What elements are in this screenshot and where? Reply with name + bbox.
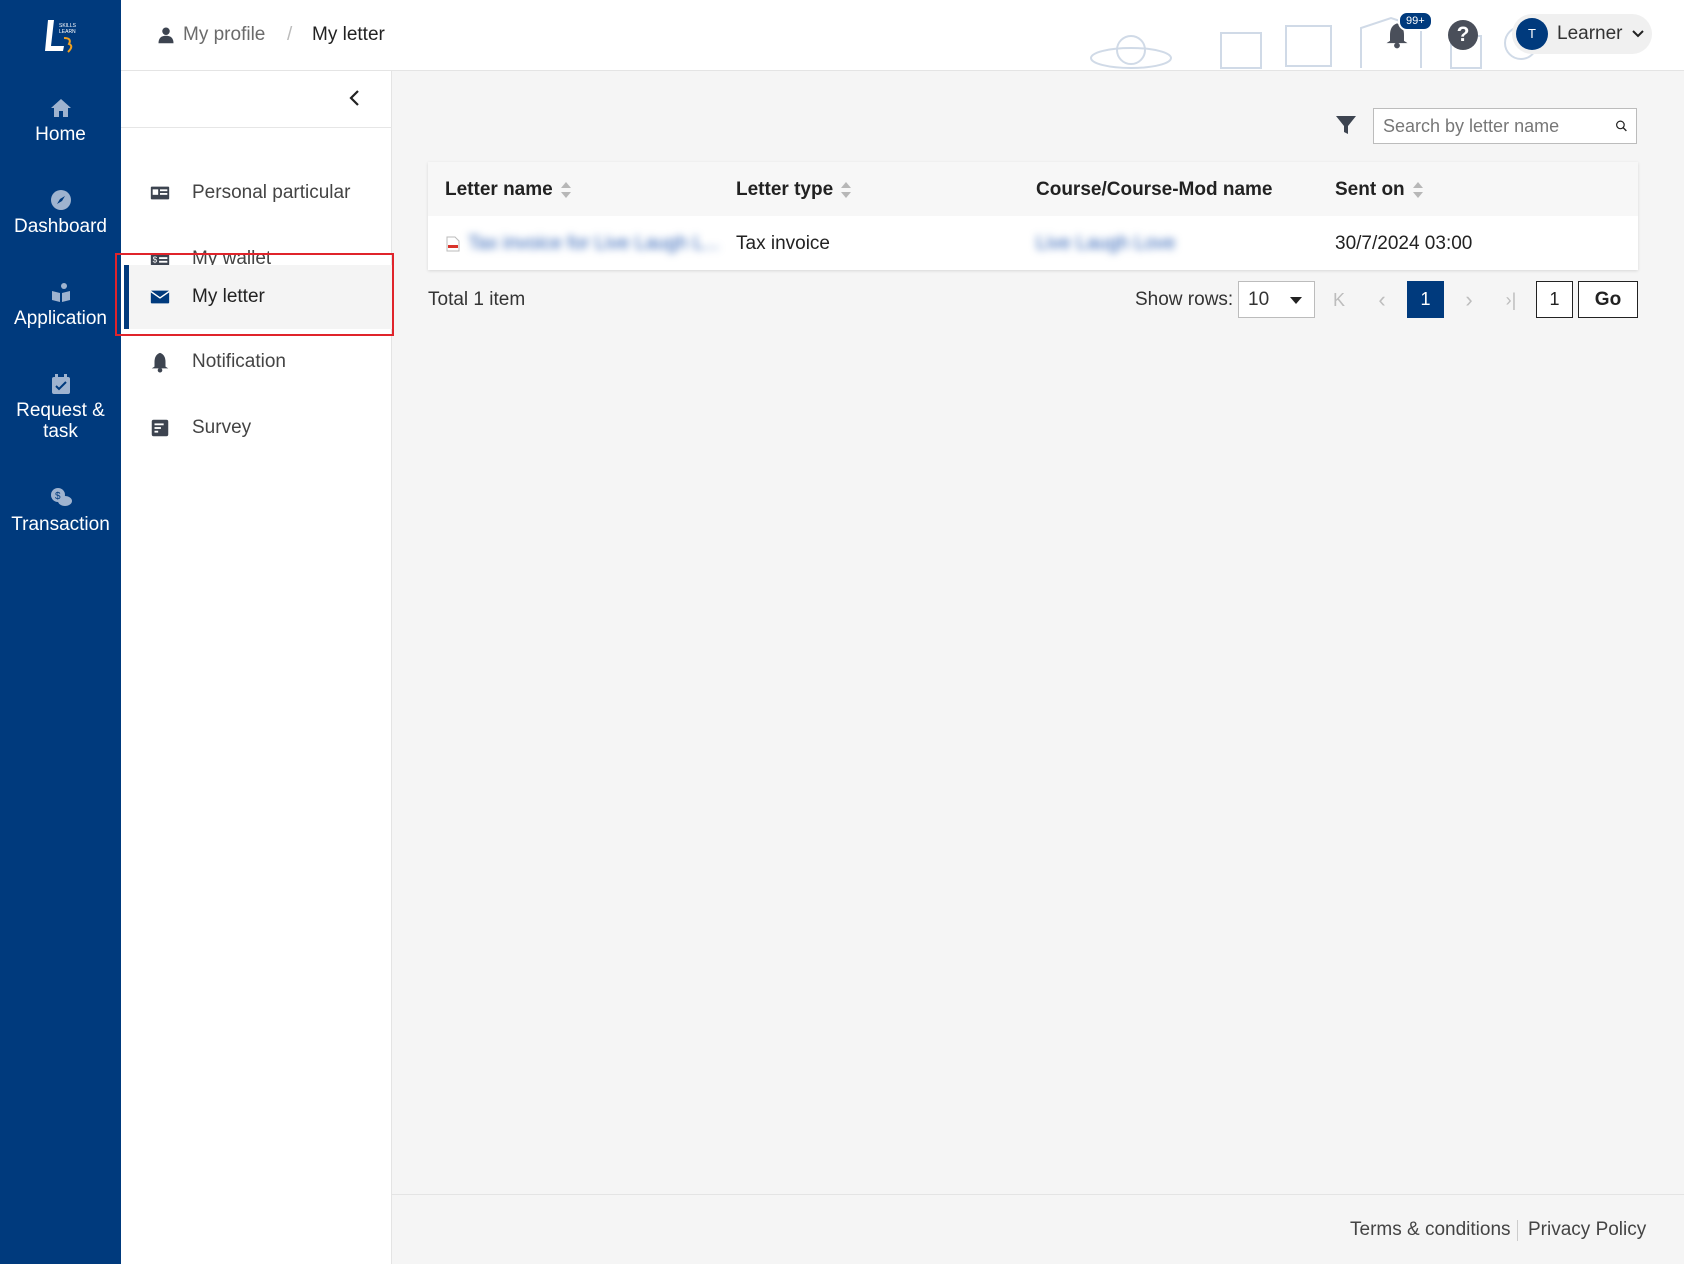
search-box [1373,108,1637,144]
column-course-name: Course/Course-Mod name [1036,179,1272,201]
transaction-icon: $ [49,486,73,510]
rows-per-page-select[interactable]: 10 [1238,281,1315,318]
goto-page-input[interactable]: 1 [1536,281,1573,318]
table-row: Tax invoice for Live Laugh L... Tax invo… [428,216,1638,270]
sidebar-item-survey[interactable]: Survey [124,396,392,460]
table-header: Letter name Letter type Course/Course-Mo… [428,162,1638,216]
nav-transaction[interactable]: $ Transaction [0,486,121,535]
application-icon [49,280,73,304]
sent-on-cell: 30/7/2024 03:00 [1335,233,1473,254]
prev-page-button[interactable]: ‹ [1368,283,1396,317]
sidebar-item-label: Personal particular [192,182,351,203]
sidebar-item-my-letter[interactable]: My letter [124,265,392,329]
privacy-link[interactable]: Privacy Policy [1528,1219,1646,1241]
sidebar-item-personal-particular[interactable]: Personal particular [124,161,392,225]
first-page-button[interactable]: K [1325,283,1353,317]
nav-application-label: Application [14,308,107,329]
sidebar-item-label: Notification [192,351,286,372]
letters-table: Letter name Letter type Course/Course-Mo… [428,162,1638,270]
page-1-button[interactable]: 1 [1407,281,1444,318]
course-name-link[interactable]: Live Laugh Love [1036,233,1175,255]
main-nav: SKILLS LEARN Home Dashboard Application … [0,0,121,1264]
next-page-button[interactable]: › [1455,283,1483,317]
last-page-button[interactable]: ›| [1497,283,1525,317]
column-label: Sent on [1335,179,1405,200]
column-letter-type[interactable]: Letter type [736,179,852,201]
top-header: My profile / My letter 99+ ? T Learner [121,0,1684,71]
sidebar-item-label: My letter [192,286,265,307]
chevron-down-icon [1631,30,1644,38]
divider [121,127,392,128]
column-label: Course/Course-Mod name [1036,179,1273,200]
nav-application[interactable]: Application [0,280,121,329]
footer-separator [1517,1220,1518,1241]
decorative-illustration [1090,16,1538,69]
sidebar-item-notification[interactable]: Notification [124,330,392,394]
total-items: Total 1 item [428,289,526,310]
svg-text:$: $ [153,256,158,265]
nav-home-label: Home [35,124,86,145]
column-sent-on[interactable]: Sent on [1335,179,1423,201]
calendar-check-icon [49,372,73,396]
column-label: Letter type [736,179,834,200]
home-icon [49,96,73,120]
envelope-icon [148,285,172,309]
sort-icon[interactable] [1412,182,1423,198]
rows-per-page-value: 10 [1248,289,1270,310]
svg-text:LEARN: LEARN [59,29,76,35]
compass-icon [49,188,73,212]
nav-dashboard-label: Dashboard [14,216,107,237]
sidebar-item-label: Survey [192,417,252,438]
filter-icon[interactable] [1334,113,1358,137]
breadcrumb-separator: / [287,24,293,45]
user-icon [158,27,174,44]
sort-icon[interactable] [841,182,852,198]
nav-transaction-label: Transaction [11,514,110,535]
sort-icon[interactable] [560,182,571,198]
search-icon[interactable] [1615,115,1628,137]
breadcrumb-parent: My profile [183,24,266,45]
footer-divider [392,1194,1684,1195]
nav-request-label: Request & [16,400,105,421]
user-name: Learner [1557,23,1623,44]
nav-home[interactable]: Home [0,96,121,145]
show-rows-label: Show rows: [1135,289,1234,310]
caret-down-icon [1290,297,1302,304]
letter-type-cell: Tax invoice [736,233,830,254]
column-label: Letter name [445,179,553,200]
nav-request-task[interactable]: Request & task [0,372,121,442]
breadcrumb-profile[interactable]: My profile [157,24,265,46]
go-button[interactable]: Go [1578,281,1638,318]
terms-link[interactable]: Terms & conditions [1350,1219,1511,1241]
breadcrumb-current: My letter [312,24,385,45]
svg-text:$: $ [55,491,61,502]
pdf-file-icon [446,236,460,252]
nav-task-label: task [43,421,78,442]
user-menu[interactable]: T Learner [1512,14,1652,54]
search-input[interactable] [1374,110,1615,142]
survey-icon [148,416,172,440]
id-card-icon [148,181,172,205]
help-icon[interactable]: ? [1448,20,1478,50]
collapse-chevron-left-icon[interactable] [345,88,365,108]
bell-icon [148,350,172,374]
nav-dashboard[interactable]: Dashboard [0,188,121,237]
logo[interactable]: SKILLS LEARN [42,16,80,54]
notification-badge: 99+ [1398,11,1433,31]
column-letter-name[interactable]: Letter name [445,179,571,201]
profile-sidebar: Personal particular $ My wallet My lette… [121,71,392,1264]
avatar: T [1516,18,1548,50]
letter-name-link[interactable]: Tax invoice for Live Laugh L... [468,233,719,255]
